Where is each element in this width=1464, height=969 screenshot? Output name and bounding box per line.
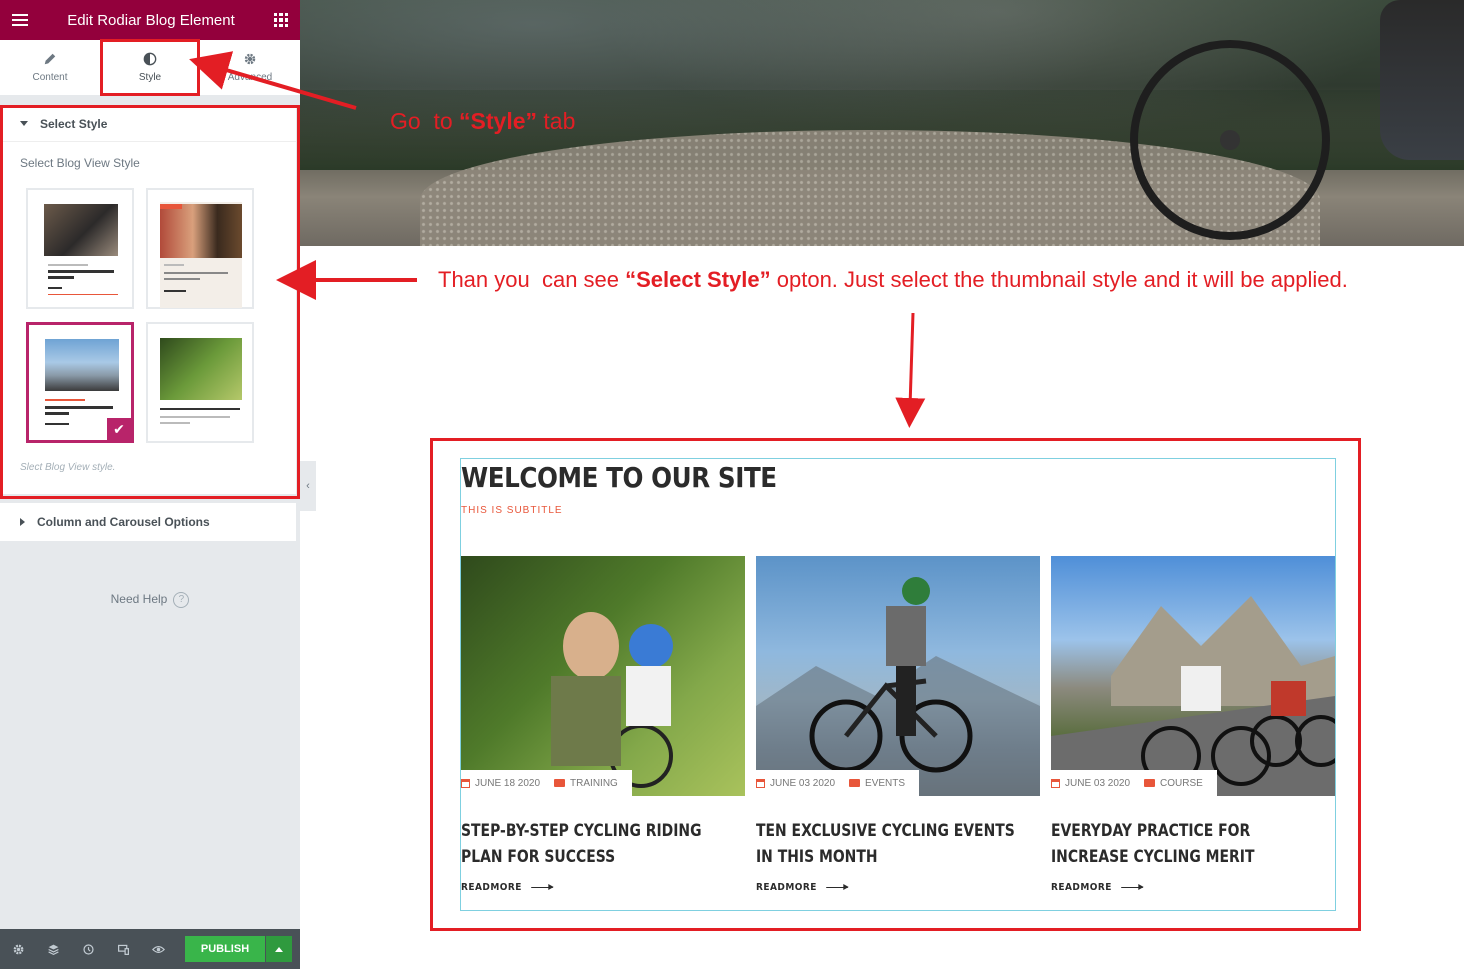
blog-card[interactable]: JUNE 03 2020 EVENTS TEN EXCLUSIVE CYCLIN… — [756, 556, 1040, 893]
arrow-right-icon — [825, 884, 849, 890]
need-help-label: Need Help — [110, 592, 168, 607]
calendar-icon — [461, 778, 470, 788]
post-image[interactable] — [756, 556, 1040, 796]
post-date: JUNE 18 2020 — [461, 778, 540, 789]
tab-content[interactable]: Content — [0, 40, 100, 95]
annotation-select-suffix: opton. Just select the thumbnail style a… — [770, 267, 1348, 292]
readmore-link[interactable]: READMORE — [756, 882, 1012, 893]
arrow-right-icon — [530, 884, 554, 890]
chevron-left-icon: ‹ — [306, 480, 310, 492]
history-icon[interactable] — [80, 940, 97, 958]
gear-icon — [244, 53, 256, 65]
post-image[interactable] — [461, 556, 745, 796]
annotation-select-prefix: Than you can see — [438, 267, 626, 292]
calendar-icon — [1051, 778, 1060, 788]
annotation-select-style: Than you can see “Select Style” opton. J… — [438, 267, 1348, 293]
style-tab-highlight — [100, 39, 200, 96]
post-date: JUNE 03 2020 — [756, 778, 835, 789]
column-carousel-section[interactable]: Column and Carousel Options — [0, 503, 296, 541]
calendar-icon — [756, 778, 765, 788]
road-cyclists-illustration — [1051, 596, 1335, 796]
help-question-icon: ? — [173, 592, 190, 608]
post-category-text: EVENTS — [865, 777, 906, 789]
arrow-right-icon — [1120, 884, 1144, 890]
hamburger-menu-icon[interactable] — [12, 14, 28, 26]
cycling-kids-illustration — [551, 612, 673, 788]
column-carousel-heading[interactable]: Column and Carousel Options — [0, 503, 296, 541]
post-title[interactable]: TEN EXCLUSIVE CYCLING EVENTS IN THIS MON… — [756, 818, 1035, 870]
post-category[interactable]: EVENTS — [849, 778, 905, 789]
post-date: JUNE 03 2020 — [1051, 778, 1130, 789]
folder-icon — [554, 779, 566, 787]
post-title[interactable]: EVERYDAY PRACTICE FOR INCREASE CYCLING M… — [1051, 818, 1330, 870]
readmore-label: READMORE — [461, 882, 522, 893]
caret-up-icon — [275, 946, 283, 952]
panel-footer: PUBLISH — [0, 929, 300, 969]
post-meta: JUNE 03 2020 COURSE — [1051, 770, 1217, 796]
widget-subtitle: THIS IS SUBTITLE — [461, 505, 563, 516]
post-date-text: JUNE 03 2020 — [770, 777, 836, 789]
annotation-select-bold: “Select Style” — [625, 267, 771, 292]
annotation-style-tab-bold: “Style” — [459, 108, 538, 134]
folder-icon — [1144, 779, 1156, 787]
annotation-style-tab: Go to “Style” tab — [390, 108, 575, 135]
publish-group: PUBLISH — [185, 936, 292, 962]
tab-advanced-label: Advanced — [227, 72, 273, 83]
annotation-style-tab-prefix: Go to — [390, 108, 460, 134]
post-category[interactable]: TRAINING — [554, 778, 618, 789]
column-carousel-title: Column and Carousel Options — [37, 515, 210, 529]
post-image[interactable] — [1051, 556, 1335, 796]
post-category-text: TRAINING — [570, 777, 618, 789]
layers-icon[interactable] — [45, 940, 62, 958]
post-meta: JUNE 18 2020 TRAINING — [461, 770, 632, 796]
readmore-link[interactable]: READMORE — [461, 882, 717, 893]
preview-eye-icon[interactable] — [150, 940, 167, 958]
post-category-text: COURSE — [1160, 777, 1203, 789]
panel-collapse-handle[interactable]: ‹ — [300, 461, 316, 511]
cyclist-illustration — [756, 577, 1040, 796]
readmore-link[interactable]: READMORE — [1051, 882, 1307, 893]
blog-widget-preview[interactable]: WELCOME TO OUR SITE THIS IS SUBTITLE JUN… — [460, 458, 1336, 911]
need-help-link[interactable]: Need Help? — [0, 592, 300, 608]
tab-content-label: Content — [32, 72, 68, 83]
select-style-highlight — [0, 105, 300, 499]
arrow-to-preview — [895, 312, 926, 428]
readmore-label: READMORE — [756, 882, 817, 893]
post-date-text: JUNE 18 2020 — [475, 777, 541, 789]
panel-title: Edit Rodiar Blog Element — [67, 11, 235, 29]
widgets-grid-icon[interactable] — [274, 13, 288, 27]
blog-card[interactable]: JUNE 18 2020 TRAINING STEP-BY-STEP CYCLI… — [461, 556, 745, 893]
caret-right-icon — [20, 518, 25, 526]
settings-icon[interactable] — [10, 940, 27, 958]
post-meta: JUNE 03 2020 EVENTS — [756, 770, 920, 796]
rider-legs — [1380, 0, 1464, 160]
post-date-text: JUNE 03 2020 — [1065, 777, 1131, 789]
post-title[interactable]: STEP-BY-STEP CYCLING RIDING PLAN FOR SUC… — [461, 818, 740, 870]
bike-hub — [1220, 130, 1240, 150]
publish-options-button[interactable] — [266, 936, 292, 962]
pencil-icon — [44, 53, 56, 65]
annotation-style-tab-suffix: tab — [537, 108, 576, 134]
widget-title: WELCOME TO OUR SITE — [461, 461, 777, 494]
publish-button[interactable]: PUBLISH — [185, 936, 265, 962]
tab-advanced[interactable]: Advanced — [200, 40, 300, 95]
responsive-icon[interactable] — [115, 940, 132, 958]
post-category[interactable]: COURSE — [1144, 778, 1203, 789]
panel-header: Edit Rodiar Blog Element — [0, 0, 300, 40]
readmore-label: READMORE — [1051, 882, 1112, 893]
blog-card[interactable]: JUNE 03 2020 COURSE EVERYDAY PRACTICE FO… — [1051, 556, 1335, 893]
folder-icon — [849, 779, 861, 787]
